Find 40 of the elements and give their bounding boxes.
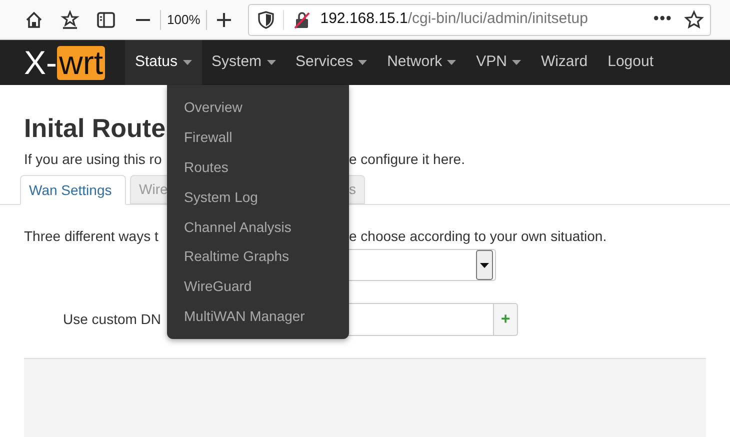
menu-item[interactable]: Channel Analysis xyxy=(167,212,349,242)
home-icon[interactable] xyxy=(24,10,44,30)
zoom-level: 100% xyxy=(167,10,200,29)
menu-item[interactable]: System Log xyxy=(167,182,349,212)
nav-menu-item[interactable]: Network xyxy=(377,40,466,85)
menu-item[interactable]: Realtime Graphs xyxy=(167,242,349,272)
caret-down-icon[interactable] xyxy=(447,60,456,65)
caret-down-icon[interactable] xyxy=(512,60,521,65)
nav-menu-item[interactable]: Status xyxy=(125,40,202,85)
sidebar-icon[interactable] xyxy=(96,10,116,30)
address-bar[interactable]: 192.168.15.1/cgi-bin/luci/admin/initsetup ••• xyxy=(248,4,712,36)
caret-down-icon[interactable] xyxy=(358,60,368,65)
tab[interactable]: Wan Settings xyxy=(20,175,126,205)
description-text: Three different ways t xyxy=(24,228,158,244)
dropdown-arrow-button[interactable] xyxy=(476,250,493,280)
menu-item[interactable]: WireGuard xyxy=(167,272,349,302)
url-text: 192.168.15.1/cgi-bin/luci/admin/initsetup xyxy=(320,9,588,30)
bookmark-star-icon[interactable] xyxy=(60,10,80,30)
nav-menu-item[interactable]: Services xyxy=(286,40,378,85)
menu-item[interactable]: Routes xyxy=(167,152,349,182)
nav-menu-item[interactable]: Logout xyxy=(598,40,664,85)
intro-text: e configure it here. xyxy=(349,150,465,168)
field-label: Use custom DN xyxy=(63,310,162,326)
menu-item[interactable]: Firewall xyxy=(167,122,349,153)
page-title: Inital Route xyxy=(24,113,166,143)
nav-menu-item[interactable]: Wizard xyxy=(530,40,598,85)
description-text: e choose according to your own situation. xyxy=(349,227,607,245)
nav-menu-item[interactable]: System xyxy=(202,40,286,85)
more-actions-button[interactable]: ••• xyxy=(653,8,672,31)
x-wrt-logo[interactable]: X-wrt xyxy=(24,40,105,85)
caret-down-icon[interactable] xyxy=(266,60,276,65)
caret-down-icon[interactable] xyxy=(182,60,192,65)
menu-item[interactable]: MultiWAN Manager xyxy=(167,302,349,332)
intro-text: If you are using this ro xyxy=(24,151,162,167)
shield-icon[interactable] xyxy=(258,10,274,28)
zoom-in-icon[interactable] xyxy=(215,10,234,28)
star-icon[interactable] xyxy=(684,10,704,30)
insecure-lock-icon[interactable] xyxy=(293,10,312,28)
menu-item[interactable]: Overview xyxy=(167,93,349,123)
nav-menu-item[interactable]: VPN xyxy=(466,40,531,85)
